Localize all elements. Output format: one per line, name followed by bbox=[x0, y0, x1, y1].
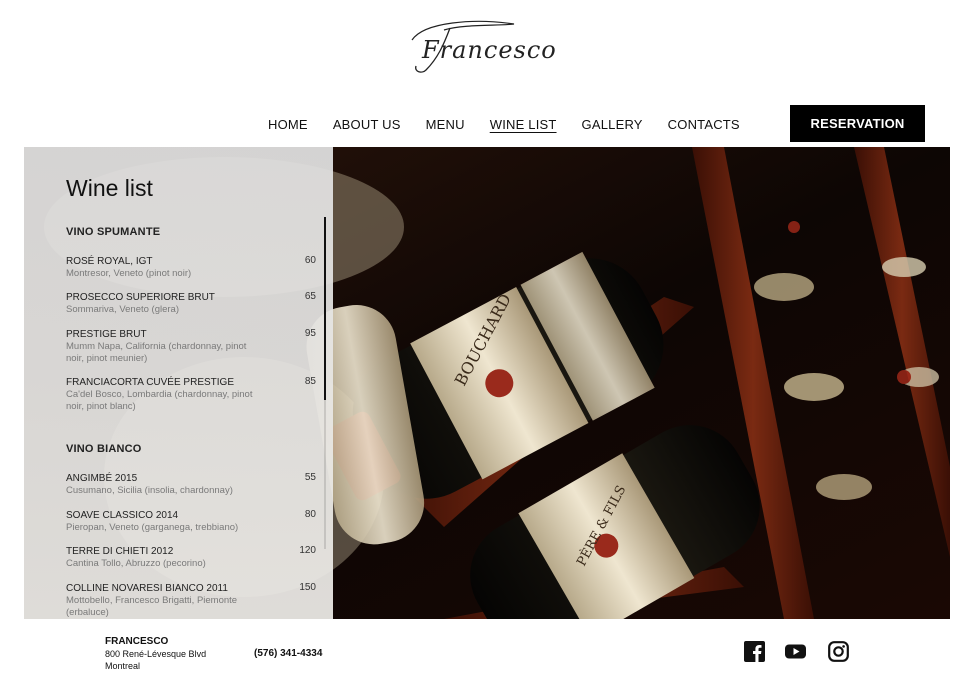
wine-description: Mumm Napa, California (chardonnay, pinot… bbox=[66, 341, 247, 364]
nav-about-us[interactable]: ABOUT US bbox=[333, 117, 401, 132]
logo[interactable]: Francesco bbox=[404, 14, 574, 76]
wine-description: Ca'del Bosco, Lombardia (chardonnay, pin… bbox=[66, 389, 253, 412]
wine-description: Pieropan, Veneto (garganega, trebbiano) bbox=[66, 522, 239, 533]
instagram-icon[interactable] bbox=[828, 641, 849, 662]
wine-item: TERRE DI CHIETI 2012 Cantina Tollo, Abru… bbox=[66, 545, 316, 570]
wine-item: PROSECCO SUPERIORE BRUT Sommariva, Venet… bbox=[66, 291, 316, 316]
wine-description: Mottobello, Francesco Brigatti, Piemonte… bbox=[66, 595, 238, 618]
wine-list-panel[interactable]: Wine list VINO SPUMANTE ROSÉ ROYAL, IGT … bbox=[24, 147, 333, 619]
footer-restaurant-name: FRANCESCO bbox=[105, 636, 169, 647]
reservation-button[interactable]: RESERVATION bbox=[790, 105, 925, 142]
nav-menu[interactable]: MENU bbox=[426, 117, 465, 132]
wine-description: Cantina Tollo, Abruzzo (pecorino) bbox=[66, 558, 206, 569]
nav-gallery[interactable]: GALLERY bbox=[582, 117, 643, 132]
main-nav: HOME ABOUT US MENU WINE LIST GALLERY CON… bbox=[268, 117, 765, 132]
wine-name: COLLINE NOVARESI BIANCO 2011 bbox=[66, 583, 228, 594]
wine-price: 95 bbox=[304, 328, 316, 339]
section-heading-spumante: VINO SPUMANTE bbox=[66, 226, 161, 238]
wine-item: ANGIMBÉ 2015 Cusumano, Sicilia (insolia,… bbox=[66, 472, 316, 497]
logo-text: Francesco bbox=[422, 36, 557, 64]
wine-name: PRESTIGE BRUT bbox=[66, 329, 147, 340]
wine-price: 85 bbox=[304, 376, 316, 387]
youtube-icon[interactable] bbox=[785, 641, 806, 662]
nav-home[interactable]: HOME bbox=[268, 117, 308, 132]
footer-address: 800 René-Lévesque Blvd Montreal bbox=[105, 648, 225, 672]
scrollbar-thumb[interactable] bbox=[324, 217, 326, 400]
wine-item: ROSÉ ROYAL, IGT Montresor, Veneto (pinot… bbox=[66, 255, 316, 280]
footer: FRANCESCO 800 René-Lévesque Blvd Montrea… bbox=[0, 619, 974, 688]
footer-address-line1: 800 René-Lévesque Blvd bbox=[105, 649, 207, 659]
wine-name: ROSÉ ROYAL, IGT bbox=[66, 256, 153, 267]
wine-list-title: Wine list bbox=[66, 175, 153, 201]
wine-price: 60 bbox=[304, 255, 316, 266]
wine-item: FRANCIACORTA CUVÉE PRESTIGE Ca'del Bosco… bbox=[66, 376, 316, 413]
wine-price: 120 bbox=[299, 545, 316, 556]
wine-item: PRESTIGE BRUT Mumm Napa, California (cha… bbox=[66, 328, 316, 365]
wine-price: 65 bbox=[304, 291, 316, 302]
wine-name: ANGIMBÉ 2015 bbox=[66, 473, 138, 484]
wine-item: COLLINE NOVARESI BIANCO 2011 Mottobello,… bbox=[66, 582, 316, 619]
footer-phone[interactable]: (576) 341-4334 bbox=[254, 648, 322, 659]
wine-name: PROSECCO SUPERIORE BRUT bbox=[66, 292, 215, 303]
wine-name: FRANCIACORTA CUVÉE PRESTIGE bbox=[66, 377, 234, 388]
wine-name: SOAVE CLASSICO 2014 bbox=[66, 510, 179, 521]
wine-price: 80 bbox=[304, 509, 316, 520]
wine-description: Montresor, Veneto (pinot noir) bbox=[66, 268, 192, 279]
wine-item: SOAVE CLASSICO 2014 Pieropan, Veneto (ga… bbox=[66, 509, 316, 534]
footer-address-line2: Montreal bbox=[105, 661, 141, 671]
nav-wine-list[interactable]: WINE LIST bbox=[490, 117, 557, 132]
wine-name: TERRE DI CHIETI 2012 bbox=[66, 546, 174, 557]
wine-price: 150 bbox=[299, 582, 316, 593]
facebook-icon[interactable] bbox=[744, 641, 765, 662]
nav-contacts[interactable]: CONTACTS bbox=[668, 117, 740, 132]
section-heading-bianco: VINO BIANCO bbox=[66, 443, 142, 455]
wine-description: Sommariva, Veneto (glera) bbox=[66, 304, 179, 315]
wine-description: Cusumano, Sicilia (insolia, chardonnay) bbox=[66, 485, 233, 496]
wine-price: 55 bbox=[304, 472, 316, 483]
